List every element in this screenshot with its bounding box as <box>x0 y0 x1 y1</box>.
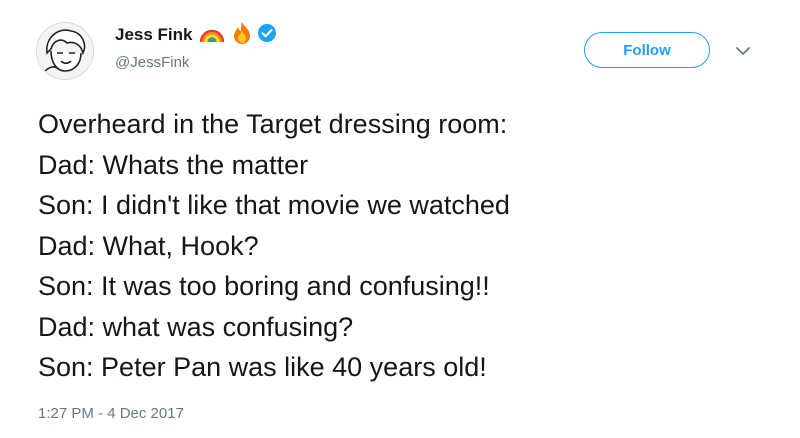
rainbow-icon <box>199 22 225 49</box>
tweet-line: Overheard in the Target dressing room: <box>38 109 508 139</box>
follow-button[interactable]: Follow <box>584 32 710 68</box>
tweet-text: Overheard in the Target dressing room: D… <box>38 104 778 388</box>
tweet-line: Son: Peter Pan was like 40 years old! <box>38 352 487 382</box>
tweet-line: Dad: What, Hook? <box>38 230 259 261</box>
tweet-timestamp[interactable]: 1:27 PM - 4 Dec 2017 <box>38 405 184 422</box>
tweet-line: Dad: Whats the matter <box>38 149 309 180</box>
tweet-line: Dad: what was confusing? <box>38 311 354 342</box>
avatar-drawing-icon <box>37 23 93 79</box>
tweet-card: Jess Fink @JessFink Follow Overheard in … <box>0 0 800 438</box>
author-display-name[interactable]: Jess Fink <box>115 25 193 45</box>
tweet-line: Son: It was too boring and confusing!! <box>38 271 490 301</box>
avatar[interactable] <box>36 22 94 80</box>
chevron-down-icon[interactable] <box>734 42 752 60</box>
fire-icon <box>231 21 253 50</box>
tweet-line: Son: I didn't like that movie we watched <box>38 190 510 220</box>
verified-badge-icon <box>257 23 277 48</box>
author-name-row: Jess Fink <box>115 21 277 50</box>
author-handle[interactable]: @JessFink <box>115 54 189 71</box>
